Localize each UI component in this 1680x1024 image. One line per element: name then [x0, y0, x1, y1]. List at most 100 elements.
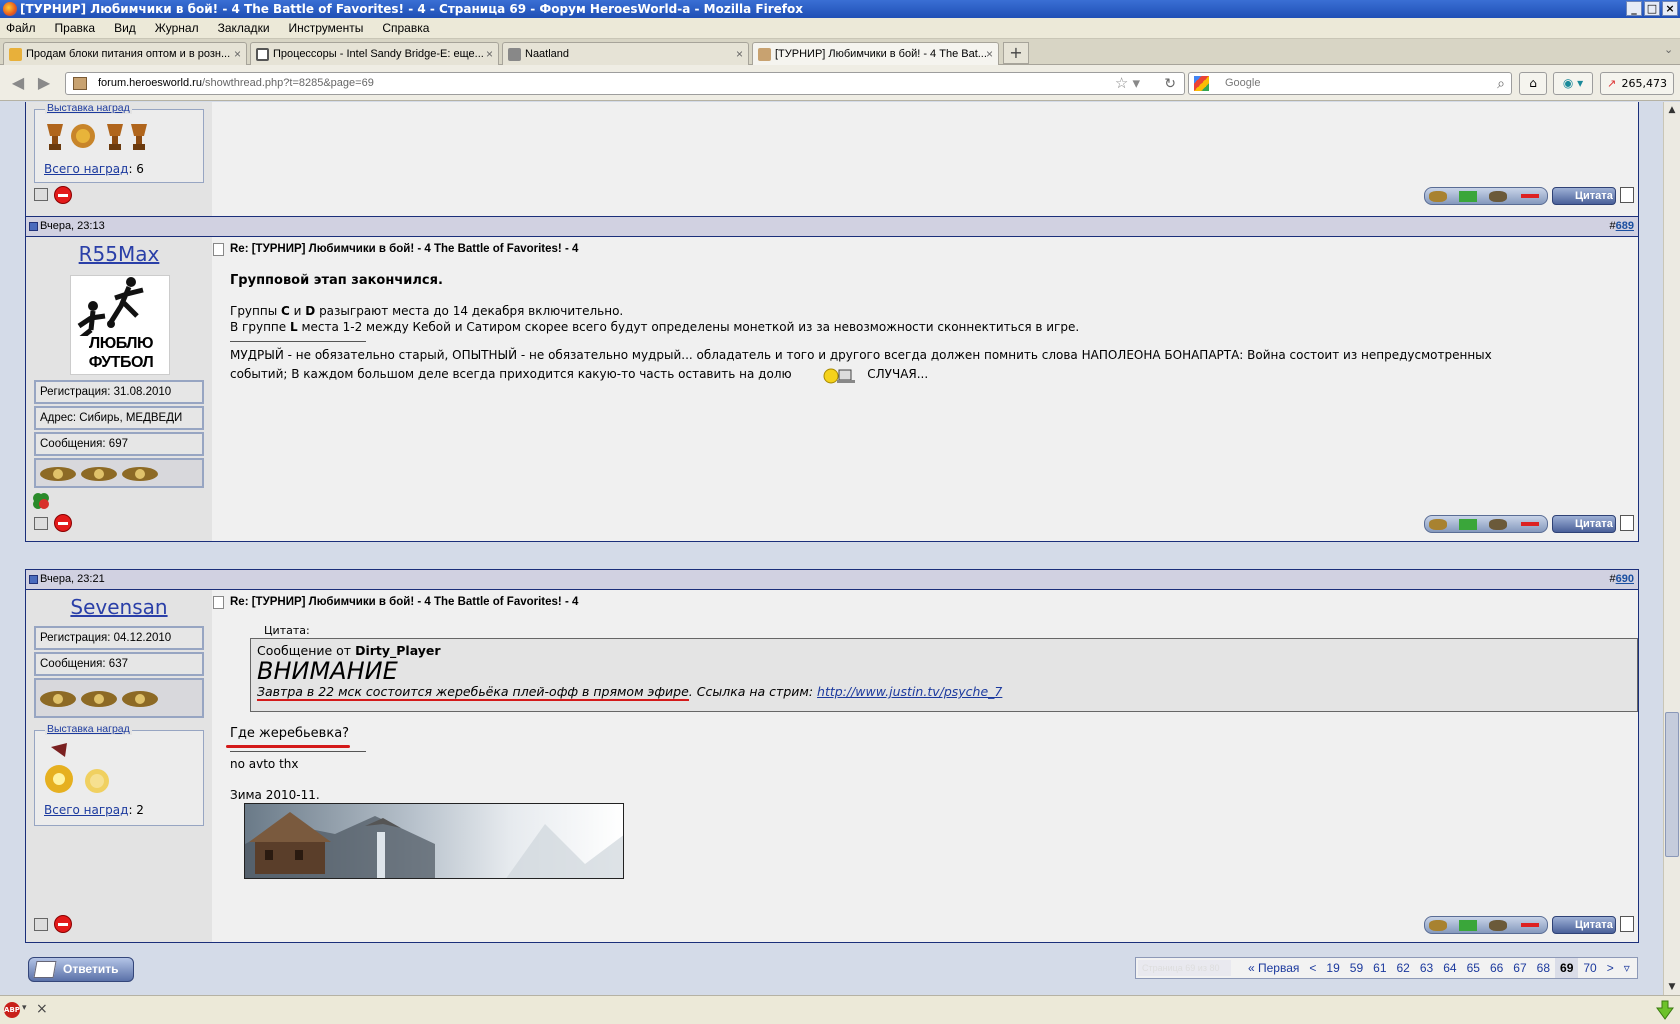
username-link[interactable]: Sevensan: [26, 595, 212, 619]
menu-help[interactable]: Справка: [382, 18, 429, 38]
vertical-scrollbar[interactable]: ▲ ▼: [1663, 102, 1680, 995]
menu-edit[interactable]: Правка: [55, 18, 96, 38]
back-arrow-icon[interactable]: ◀: [8, 73, 28, 93]
search-input[interactable]: Google ⌕: [1188, 72, 1512, 95]
rating-controls[interactable]: [1424, 187, 1548, 205]
minus-icon[interactable]: [1521, 194, 1539, 198]
close-window-button[interactable]: ×: [1662, 1, 1678, 16]
close-addon-bar-icon[interactable]: ×: [36, 1001, 48, 1017]
search-engine-label: Google: [1225, 77, 1261, 89]
quote-link-prefix: . Ссылка на стрим:: [688, 684, 818, 699]
rating-controls[interactable]: [1424, 515, 1548, 533]
rating-controls[interactable]: [1424, 916, 1548, 934]
plus-icon[interactable]: [1459, 191, 1477, 202]
binoculars-icon[interactable]: [1489, 191, 1507, 202]
counter-widget[interactable]: ↗ 265,473: [1600, 72, 1674, 95]
post-heading: Групповой этап закончился.: [230, 273, 443, 288]
pager-next[interactable]: >: [1602, 958, 1619, 978]
minimize-button[interactable]: _: [1626, 1, 1642, 16]
tab-list-chevron-icon[interactable]: ⌄: [1664, 43, 1673, 56]
post-header: Вчера, 23:21 #690: [26, 570, 1638, 590]
pager-page[interactable]: 61: [1368, 958, 1391, 978]
new-tab-button[interactable]: +: [1003, 42, 1029, 64]
binoculars-icon[interactable]: [1489, 920, 1507, 931]
pager-page[interactable]: 68: [1532, 958, 1555, 978]
rank-wings-icon: [40, 691, 158, 707]
message-count: Сообщения: 637: [34, 652, 204, 676]
pager-page[interactable]: 64: [1438, 958, 1461, 978]
pager-page[interactable]: 66: [1485, 958, 1508, 978]
menu-file[interactable]: Файл: [6, 18, 36, 38]
edit-icon[interactable]: [1620, 187, 1634, 203]
ip-info-icon[interactable]: [34, 517, 48, 530]
pager-page[interactable]: 62: [1392, 958, 1415, 978]
pager-page[interactable]: 65: [1462, 958, 1485, 978]
scroll-down-arrow-icon[interactable]: ▼: [1664, 979, 1680, 995]
home-icon[interactable]: ⌂: [1519, 72, 1547, 95]
edit-icon[interactable]: [1620, 515, 1634, 531]
awards-total-link[interactable]: Всего наград: [44, 162, 128, 176]
pager-page[interactable]: 19: [1321, 958, 1344, 978]
adblock-icon[interactable]: ABP: [4, 1002, 20, 1018]
maximize-button[interactable]: □: [1644, 1, 1660, 16]
awards-title[interactable]: Выставка наград: [45, 723, 132, 735]
username-link[interactable]: R55Max: [26, 242, 212, 266]
pager-first[interactable]: « Первая: [1243, 958, 1304, 978]
quote-button[interactable]: Цитата: [1552, 515, 1616, 533]
bookmark-star-icon[interactable]: ☆ ▾: [1115, 73, 1140, 94]
scroll-up-arrow-icon[interactable]: ▲: [1664, 102, 1680, 118]
awards-total-link[interactable]: Всего наград: [44, 803, 128, 817]
message-pane: Re: [ТУРНИР] Любимчики в бой! - 4 The Ba…: [212, 590, 1638, 942]
menu-view[interactable]: Вид: [114, 18, 136, 38]
awards-title[interactable]: Выставка наград: [45, 102, 132, 114]
rank-medals: [34, 458, 204, 488]
quote-button[interactable]: Цитата: [1552, 916, 1616, 934]
menu-bookmarks[interactable]: Закладки: [218, 18, 270, 38]
report-stop-icon[interactable]: [54, 915, 72, 933]
tab-close-icon[interactable]: ×: [486, 43, 493, 65]
report-stop-icon[interactable]: [54, 514, 72, 532]
tab-psu[interactable]: Продам блоки питания оптом и в розн... ×: [3, 42, 247, 65]
tab-tournament[interactable]: [ТУРНИР] Любимчики в бой! - 4 The Bat...…: [752, 42, 999, 66]
ip-info-icon[interactable]: [34, 188, 48, 201]
rank-wings-icon: [40, 467, 158, 481]
minus-icon[interactable]: [1521, 522, 1539, 526]
menu-history[interactable]: Журнал: [155, 18, 199, 38]
pager-menu-chevron-icon[interactable]: ▿: [1619, 958, 1635, 978]
pager-prev[interactable]: <: [1304, 958, 1321, 978]
tab-close-icon[interactable]: ×: [234, 43, 241, 65]
tab-label: Продам блоки питания оптом и в розн...: [26, 48, 231, 60]
search-icon[interactable]: ⌕: [1497, 73, 1505, 94]
reply-button[interactable]: Ответить: [28, 957, 134, 982]
scroll-thumb[interactable]: [1665, 712, 1679, 857]
tab-processors[interactable]: Процессоры - Intel Sandy Bridge-E: еще..…: [250, 42, 499, 65]
edit-icon[interactable]: [1620, 916, 1634, 932]
quote-button[interactable]: Цитата: [1552, 187, 1616, 205]
ip-info-icon[interactable]: [34, 918, 48, 931]
pager-page[interactable]: 67: [1508, 958, 1531, 978]
post-title-text: Re: [ТУРНИР] Любимчики в бой! - 4 The Ba…: [230, 596, 579, 608]
post-number-link[interactable]: 689: [1616, 220, 1634, 232]
forward-arrow-icon[interactable]: ▶: [34, 73, 54, 93]
binoculars-icon[interactable]: [1489, 519, 1507, 530]
url-bar[interactable]: forum.heroesworld.ru/showthread.php?t=82…: [65, 72, 1185, 95]
tab-close-icon[interactable]: ×: [986, 43, 993, 65]
pager-page[interactable]: 63: [1415, 958, 1438, 978]
pager-page[interactable]: 59: [1345, 958, 1368, 978]
download-arrow-icon[interactable]: [1656, 1000, 1674, 1020]
reload-icon[interactable]: ↻: [1164, 73, 1176, 94]
adblock-chevron-icon[interactable]: ▾: [22, 1003, 27, 1013]
report-stop-icon[interactable]: [54, 186, 72, 204]
tab-naatland[interactable]: Naatland ×: [502, 42, 749, 65]
window-controls: _ □ ×: [1626, 1, 1678, 16]
plus-icon[interactable]: [1459, 920, 1477, 931]
tab-close-icon[interactable]: ×: [736, 43, 743, 65]
pager-page[interactable]: 70: [1578, 958, 1601, 978]
addon-globe-icon[interactable]: ◉ ▾: [1553, 72, 1593, 95]
plus-icon[interactable]: [1459, 519, 1477, 530]
winter-landscape-image: [245, 812, 623, 878]
post-number-link[interactable]: 690: [1616, 573, 1634, 585]
menu-tools[interactable]: Инструменты: [289, 18, 364, 38]
minus-icon[interactable]: [1521, 923, 1539, 927]
quote-stream-link[interactable]: http://www.justin.tv/psyche_7: [817, 684, 1002, 699]
